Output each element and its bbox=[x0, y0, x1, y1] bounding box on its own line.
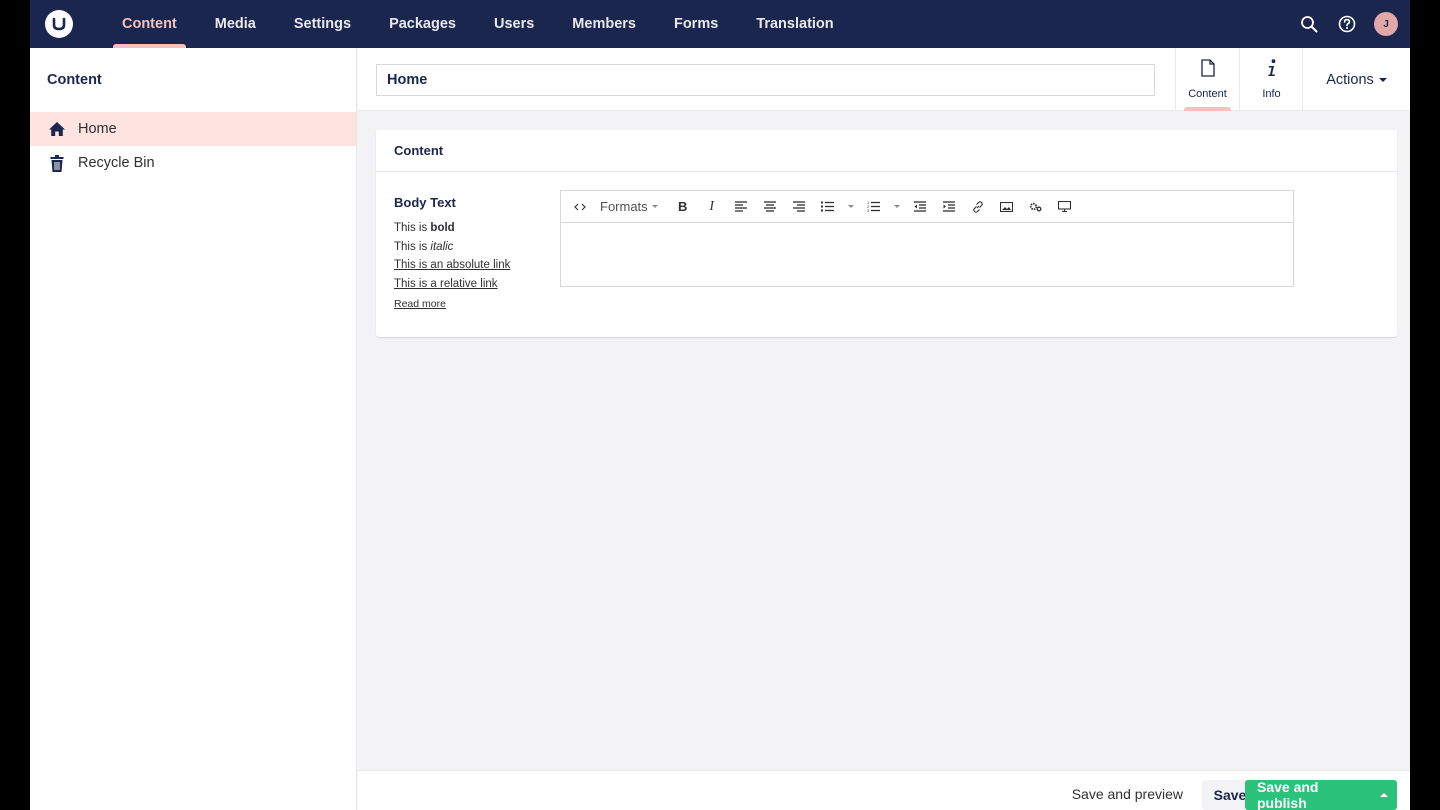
trash-icon bbox=[48, 154, 66, 172]
formats-label: Formats bbox=[600, 199, 648, 214]
absolute-link[interactable]: This is an absolute link bbox=[394, 259, 510, 271]
info-icon bbox=[1267, 59, 1277, 82]
actions-label: Actions bbox=[1326, 71, 1374, 88]
rte-content-area[interactable] bbox=[561, 223, 1293, 286]
save-and-publish-button[interactable]: Save and publish bbox=[1245, 779, 1371, 810]
tab-content-label: Content bbox=[1188, 88, 1227, 100]
nav-packages[interactable]: Packages bbox=[370, 0, 475, 48]
node-name-input[interactable] bbox=[376, 64, 1155, 96]
read-more-link[interactable]: Read more bbox=[394, 298, 446, 310]
nav-forms[interactable]: Forms bbox=[655, 0, 737, 48]
property-description: This is bold This is italic This is an a… bbox=[394, 219, 510, 293]
editor-header: Content Info Actions bbox=[358, 48, 1410, 111]
tree-item-recycle-bin[interactable]: Recycle Bin bbox=[30, 146, 356, 180]
link-icon[interactable] bbox=[965, 194, 991, 220]
nav-media[interactable]: Media bbox=[196, 0, 275, 48]
tree-item-label: Home bbox=[78, 121, 117, 137]
tab-content[interactable]: Content bbox=[1175, 48, 1239, 111]
desc-italic: italic bbox=[430, 240, 454, 253]
tree-item-label: Recycle Bin bbox=[78, 155, 155, 171]
desc-text: This is bbox=[394, 240, 431, 253]
image-icon[interactable] bbox=[994, 194, 1020, 220]
tab-info-label: Info bbox=[1262, 88, 1281, 100]
group-header: Content bbox=[376, 130, 1397, 172]
relative-link[interactable]: This is a relative link bbox=[394, 278, 498, 290]
app-window: Content Media Settings Packages Users Me… bbox=[30, 0, 1410, 810]
align-left-icon[interactable] bbox=[728, 194, 754, 220]
chevron-down-icon bbox=[651, 205, 658, 208]
rich-text-editor: Formats B I 123 bbox=[560, 190, 1294, 287]
content-tree: Content Home Recycle Bin bbox=[30, 48, 357, 810]
nav-translation[interactable]: Translation bbox=[737, 0, 852, 48]
svg-text:3: 3 bbox=[867, 208, 870, 212]
numbered-list-icon[interactable]: 123 bbox=[861, 194, 887, 220]
align-center-icon[interactable] bbox=[757, 194, 783, 220]
document-icon bbox=[1200, 59, 1215, 82]
property-label: Body Text bbox=[394, 195, 456, 210]
editor-footer: Save and preview Save Save and publish bbox=[358, 770, 1410, 810]
desc-bold: bold bbox=[430, 222, 455, 234]
bullet-list-icon[interactable] bbox=[815, 194, 841, 220]
italic-button[interactable]: I bbox=[699, 194, 725, 220]
content-group-box: Content Body Text This is bold This is i… bbox=[376, 130, 1397, 337]
tab-info[interactable]: Info bbox=[1239, 48, 1303, 111]
nav-content[interactable]: Content bbox=[103, 0, 196, 48]
top-navigation: Content Media Settings Packages Users Me… bbox=[30, 0, 1410, 48]
nav-users[interactable]: Users bbox=[475, 0, 553, 48]
outdent-icon[interactable] bbox=[907, 194, 933, 220]
macro-icon[interactable] bbox=[1023, 194, 1049, 220]
actions-dropdown[interactable]: Actions bbox=[1302, 48, 1410, 111]
save-and-preview-button[interactable]: Save and preview bbox=[1072, 779, 1183, 809]
rte-toolbar: Formats B I 123 bbox=[561, 191, 1293, 223]
embed-icon[interactable] bbox=[1052, 194, 1078, 220]
numbered-list-chevron-icon[interactable] bbox=[890, 194, 904, 220]
bold-button[interactable]: B bbox=[670, 194, 696, 220]
home-icon bbox=[48, 120, 66, 138]
save-and-publish-group: Save and publish bbox=[1245, 779, 1397, 810]
bullet-list-chevron-icon[interactable] bbox=[844, 194, 858, 220]
umbraco-logo[interactable] bbox=[45, 10, 73, 38]
top-right-tools: J bbox=[1298, 0, 1398, 48]
source-code-icon[interactable] bbox=[567, 194, 593, 220]
chevron-up-icon[interactable] bbox=[1371, 780, 1397, 810]
tree-header: Content bbox=[47, 72, 102, 88]
search-icon[interactable] bbox=[1298, 13, 1320, 35]
nav-settings[interactable]: Settings bbox=[275, 0, 370, 48]
section-nav: Content Media Settings Packages Users Me… bbox=[103, 0, 853, 48]
desc-text: This is bbox=[394, 222, 431, 234]
chevron-down-icon bbox=[1378, 77, 1387, 82]
indent-icon[interactable] bbox=[936, 194, 962, 220]
align-right-icon[interactable] bbox=[786, 194, 812, 220]
tree-item-home[interactable]: Home bbox=[30, 112, 356, 146]
formats-dropdown[interactable]: Formats bbox=[596, 194, 662, 220]
help-icon[interactable] bbox=[1336, 13, 1358, 35]
nav-members[interactable]: Members bbox=[553, 0, 655, 48]
avatar[interactable]: J bbox=[1374, 12, 1398, 36]
